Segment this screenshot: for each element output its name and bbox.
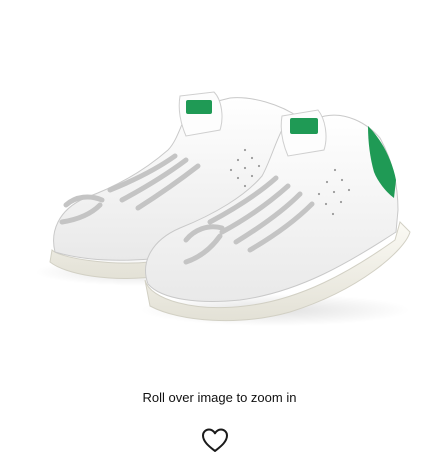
zoom-hint-text: Roll over image to zoom in [142,390,297,405]
heart-outline-icon[interactable] [200,426,230,454]
product-image[interactable] [0,0,439,370]
product-gallery: Roll over image to zoom in [0,0,439,467]
